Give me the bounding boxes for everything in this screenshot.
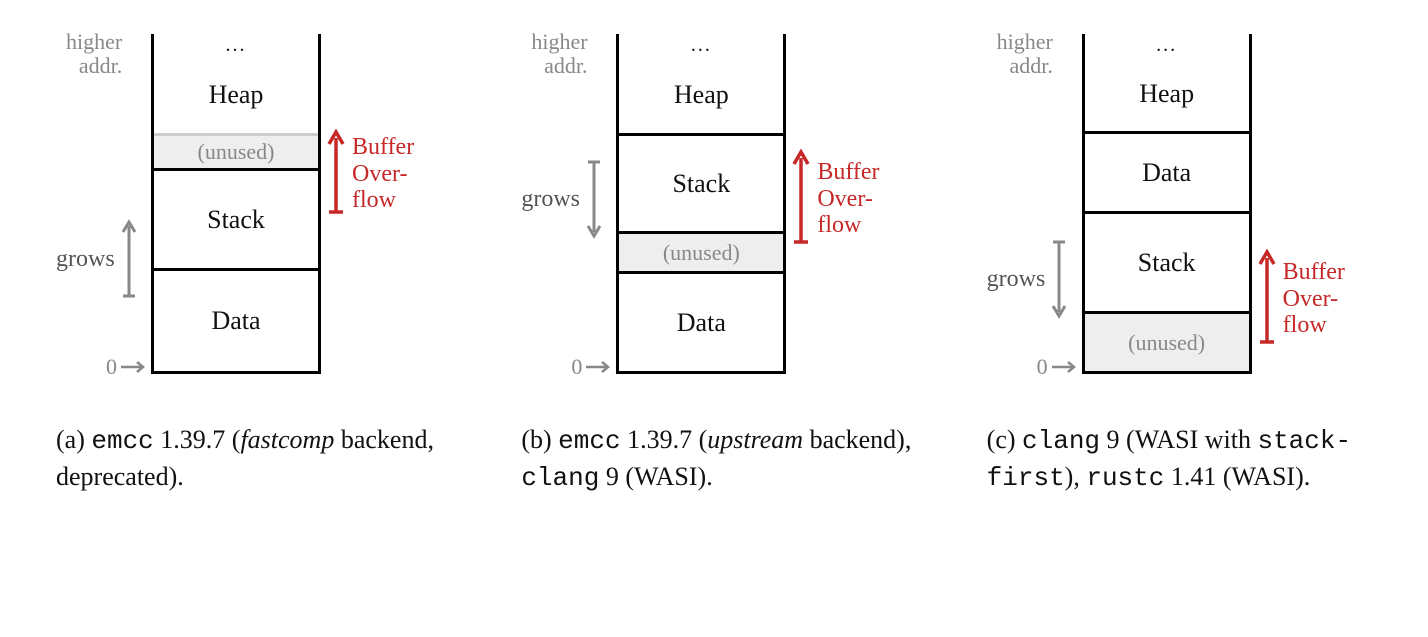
buffer-overflow-label: Buffer Over- flow — [1257, 244, 1345, 354]
grows-label: grows — [521, 154, 604, 244]
buffer-overflow-label: Buffer Over- flow — [791, 144, 879, 254]
segment-heap: Heap — [154, 56, 318, 136]
segment-heap: Heap — [619, 56, 783, 136]
arrow-up-red-icon — [1257, 244, 1277, 354]
memory-tower: ... Heap (unused) Stack Data — [151, 34, 321, 374]
segment-dots: ... — [154, 34, 318, 56]
higher-addr-label: higher addr. — [66, 30, 122, 78]
arrow-down-icon — [584, 154, 604, 244]
arrow-right-icon — [1048, 360, 1082, 374]
zero-addr-label: 0 — [1037, 354, 1082, 380]
segment-stack: Stack — [154, 171, 318, 271]
caption-a: (a) emcc 1.39.7 (fastcomp backend, depre… — [36, 422, 461, 494]
panel-c: higher addr. 0 grows — [967, 24, 1392, 496]
segment-data: Data — [619, 274, 783, 374]
memory-layout-figure: higher addr. 0 grows — [36, 24, 1392, 496]
arrow-down-icon — [1049, 234, 1069, 324]
caption-c: (c) clang 9 (WASI with stack-first), rus… — [967, 422, 1392, 496]
diagram-a: higher addr. 0 grows — [36, 24, 461, 404]
segment-unused: (unused) — [619, 234, 783, 274]
segment-data: Data — [154, 271, 318, 374]
arrow-right-icon — [117, 360, 151, 374]
segment-dots: ... — [619, 34, 783, 56]
panel-b: higher addr. 0 grows — [501, 24, 926, 496]
diagram-b: higher addr. 0 grows — [501, 24, 926, 404]
buffer-overflow-text: Buffer Over- flow — [817, 159, 879, 238]
segment-heap: Heap — [1085, 56, 1249, 134]
arrow-up-red-icon — [791, 144, 811, 254]
segment-unused: (unused) — [1085, 314, 1249, 374]
higher-addr-label: higher addr. — [531, 30, 587, 78]
grows-label: grows — [56, 214, 139, 304]
segment-stack: Stack — [619, 136, 783, 234]
caption-b: (b) emcc 1.39.7 (upstream backend), clan… — [501, 422, 926, 496]
arrow-up-icon — [119, 214, 139, 304]
grows-label: grows — [987, 234, 1070, 324]
zero-addr-label: 0 — [571, 354, 616, 380]
memory-tower: ... Heap Data Stack (unused) — [1082, 34, 1252, 374]
segment-unused: (unused) — [154, 133, 318, 171]
segment-stack: Stack — [1085, 214, 1249, 314]
higher-addr-label: higher addr. — [997, 30, 1053, 78]
panel-a: higher addr. 0 grows — [36, 24, 461, 496]
buffer-overflow-label: Buffer Over- flow — [326, 124, 414, 224]
zero-addr-label: 0 — [106, 354, 151, 380]
arrow-right-icon — [582, 360, 616, 374]
segment-dots: ... — [1085, 34, 1249, 56]
buffer-overflow-text: Buffer Over- flow — [1283, 259, 1345, 338]
diagram-c: higher addr. 0 grows — [967, 24, 1392, 404]
arrow-up-red-icon — [326, 124, 346, 224]
memory-tower: ... Heap Stack (unused) Data — [616, 34, 786, 374]
buffer-overflow-text: Buffer Over- flow — [352, 134, 414, 213]
segment-data: Data — [1085, 134, 1249, 214]
